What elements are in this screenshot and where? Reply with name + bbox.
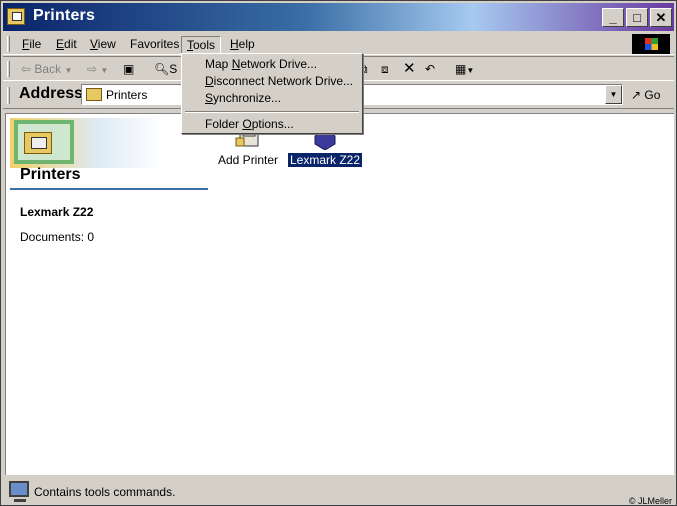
addressbar-grip[interactable] xyxy=(7,87,10,104)
menu-folder-options[interactable]: Folder Options... xyxy=(183,116,361,133)
folder-options-post: ptions... xyxy=(251,117,294,131)
selected-item-name: Lexmark Z22 xyxy=(20,205,94,219)
menu-favorites[interactable]: Favorites xyxy=(125,36,184,54)
go-label: Go xyxy=(644,88,661,102)
status-text: Contains tools commands. xyxy=(34,485,176,499)
back-arrow-icon: ⇦ xyxy=(21,62,32,76)
search-button[interactable]: 🔍︎S xyxy=(154,60,177,80)
delete-button[interactable]: ✕ xyxy=(403,60,416,80)
search-icon: 🔍︎ xyxy=(154,62,170,76)
menu-bar: File Edit View Favorites Tools Help xyxy=(3,33,674,55)
go-arrow-icon: ↗ xyxy=(631,88,642,102)
window-title: Printers xyxy=(33,7,96,24)
up-folder-icon: ▣ xyxy=(123,62,135,76)
address-value: Printers xyxy=(106,88,148,102)
status-bar: Contains tools commands. © JLMeller xyxy=(3,477,674,506)
menu-map-network-drive[interactable]: Map Network Drive... xyxy=(183,56,361,73)
menu-view[interactable]: View xyxy=(85,36,121,54)
menu-tools[interactable]: Tools xyxy=(181,36,222,54)
menu-edit-key: E xyxy=(56,37,65,51)
views-dropdown-icon: ▼ xyxy=(466,66,475,75)
views-button[interactable]: ▦▼ xyxy=(455,60,474,80)
menu-file[interactable]: File xyxy=(17,36,46,54)
maximize-button[interactable]: □ xyxy=(626,8,648,27)
folder-view[interactable]: Printers Lexmark Z22 Documents: 0 Add Pr… xyxy=(5,113,674,475)
back-dropdown-icon: ▼ xyxy=(64,66,73,75)
menubar-grip[interactable] xyxy=(7,36,10,52)
folder-options-pre: Folder xyxy=(205,117,243,131)
delete-icon: ✕ xyxy=(403,60,416,77)
undo-button[interactable]: ↶ xyxy=(425,60,435,80)
move-to-icon: ⧈ xyxy=(381,62,389,76)
folder-options-key: O xyxy=(242,117,252,131)
close-button[interactable]: ✕ xyxy=(650,8,672,27)
menu-edit-rest: dit xyxy=(64,37,77,51)
printers-folder-icon xyxy=(7,8,25,25)
menu-file-rest: ile xyxy=(29,37,42,51)
minimize-button[interactable]: _ xyxy=(602,8,624,27)
menu-help-rest: elp xyxy=(238,37,255,51)
selected-item-documents: Documents: 0 xyxy=(20,230,95,244)
back-label: Back xyxy=(34,62,62,76)
sync-post: ynchronize... xyxy=(213,91,282,105)
move-to-button[interactable]: ⧈ xyxy=(381,60,389,80)
forward-dropdown-icon: ▼ xyxy=(100,66,109,75)
printers-folder-large-icon xyxy=(24,132,52,154)
forward-button[interactable]: ⇨ ▼ xyxy=(87,60,108,80)
windows-logo-icon xyxy=(632,34,670,54)
disconnect-post: isconnect Network Drive... xyxy=(213,74,354,88)
map-pre: Map xyxy=(205,57,232,71)
menu-synchronize[interactable]: Synchronize... xyxy=(183,90,361,107)
menu-tools-rest: ools xyxy=(193,38,216,52)
menu-separator xyxy=(185,111,359,113)
forward-arrow-icon: ⇨ xyxy=(87,62,98,76)
map-post: etwork Drive... xyxy=(240,57,318,71)
back-button[interactable]: ⇦ Back ▼ xyxy=(21,60,72,80)
go-button[interactable]: ↗ Go xyxy=(631,86,660,104)
title-bar[interactable]: Printers _ □ ✕ xyxy=(3,3,674,31)
address-label: Address xyxy=(19,85,84,102)
menu-help[interactable]: Help xyxy=(225,36,260,54)
computer-icon xyxy=(9,481,29,502)
address-folder-icon xyxy=(86,88,102,101)
search-label-stub: S xyxy=(169,62,178,76)
up-folder-button[interactable]: ▣ xyxy=(123,60,134,80)
explorer-window: Printers _ □ ✕ File Edit View Favorites … xyxy=(0,0,677,506)
toolbar-grip[interactable] xyxy=(7,61,10,77)
add-printer-label: Add Printer xyxy=(218,153,279,167)
views-icon: ▦ xyxy=(455,62,467,76)
undo-icon: ↶ xyxy=(425,62,436,76)
disconnect-key: D xyxy=(205,74,214,88)
lexmark-z22-label: Lexmark Z22 xyxy=(286,152,364,168)
panel-title: Printers xyxy=(20,166,81,183)
menu-disconnect-network-drive[interactable]: Disconnect Network Drive... xyxy=(183,73,361,90)
menu-edit[interactable]: Edit xyxy=(51,36,82,54)
panel-divider xyxy=(10,188,208,190)
credit-text: © JLMeller xyxy=(628,496,672,506)
tools-menu: Map Network Drive... Disconnect Network … xyxy=(181,53,363,134)
menu-help-key: H xyxy=(230,37,239,51)
sync-key: S xyxy=(205,91,214,105)
menu-view-rest: iew xyxy=(97,37,116,51)
address-dropdown-button[interactable]: ▼ xyxy=(605,85,622,104)
menu-view-key: V xyxy=(90,37,98,51)
